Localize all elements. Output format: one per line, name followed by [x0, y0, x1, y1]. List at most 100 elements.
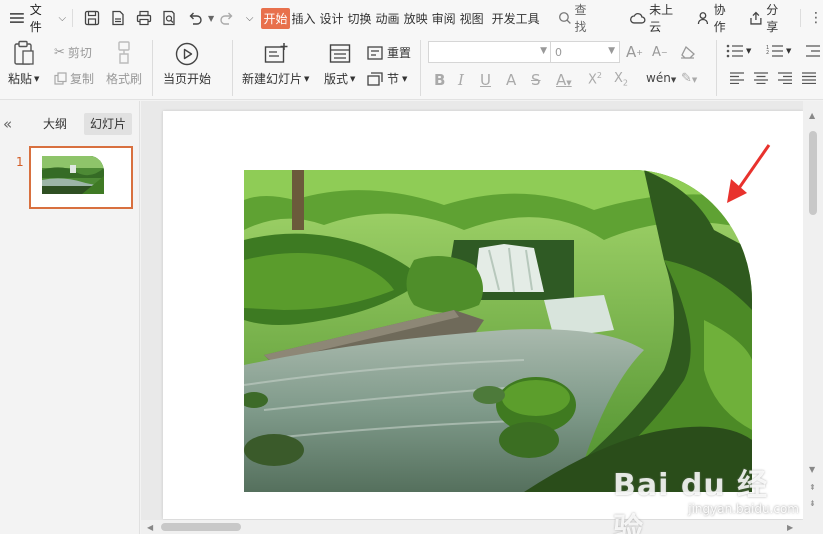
tab-design[interactable]: 设计 [318, 8, 346, 29]
search-button[interactable]: 查找 [558, 1, 599, 35]
tab-review[interactable]: 审阅 [430, 8, 458, 29]
numbering-icon[interactable]: 1 2 ▼ [766, 44, 791, 58]
undo-icon[interactable] [184, 7, 206, 29]
watermark-url: jingyan.baidu.com [688, 502, 799, 516]
thumbnail-image [42, 156, 104, 194]
justify-icon[interactable] [802, 72, 816, 84]
vertical-scroll-thumb[interactable] [809, 131, 817, 215]
indent-icon[interactable] [806, 44, 820, 58]
layout-label: 版式 [324, 72, 349, 86]
export-pdf-icon[interactable] [107, 7, 129, 29]
tab-home[interactable]: 开始 [261, 7, 290, 29]
align-left-icon[interactable] [730, 72, 744, 84]
chevron-down-icon: ▼ [540, 46, 547, 56]
decrease-font-icon[interactable]: A − [652, 45, 668, 60]
share-button[interactable]: 分享 [749, 1, 790, 35]
scissors-icon: ✂ [54, 45, 65, 60]
chevron-down-icon: ⌵ [58, 12, 67, 24]
slide-editing-area: ▲ ▼ ⇞ ⇟ ◀ ▶ Bai du 经验 jingyan.baidu.com [141, 101, 823, 534]
paste-button[interactable]: 粘贴 ▼ [8, 40, 39, 87]
watermark-logo-text: Bai du 经验 [613, 468, 769, 534]
scroll-up-icon[interactable]: ▲ [809, 111, 815, 120]
play-from-current-button[interactable]: 当页开始 [163, 42, 211, 87]
play-icon [175, 42, 199, 66]
more-icon[interactable]: ⋮ [809, 10, 823, 26]
tab-view[interactable]: 视图 [458, 8, 486, 29]
reset-button[interactable]: 重置 [367, 44, 411, 61]
cut-label: 剪切 [67, 46, 92, 60]
divider [799, 9, 801, 27]
new-slide-button[interactable]: 新建幻灯片 ▼ [242, 42, 309, 87]
reset-label: 重置 [387, 46, 412, 60]
italic-icon[interactable]: I [458, 71, 464, 89]
waterfall-photo[interactable] [244, 170, 752, 492]
file-menu[interactable]: 文件 ⌵ [10, 0, 66, 36]
cloud-status[interactable]: 未上云 [630, 1, 684, 35]
strikethrough-icon[interactable]: S [531, 71, 541, 89]
tab-slides[interactable]: 幻灯片 [84, 113, 133, 135]
collaborate-button[interactable]: 协作 [697, 1, 738, 35]
undo-dropdown-icon[interactable]: ▼ [208, 14, 214, 23]
share-icon [750, 11, 762, 25]
file-menu-label: 文件 [29, 3, 42, 34]
font-size-value: 0 [555, 45, 562, 59]
superscript-icon[interactable]: X2 [588, 71, 602, 87]
save-icon[interactable] [81, 7, 103, 29]
font-name-select[interactable]: ▼ [428, 41, 552, 63]
tab-outline[interactable]: 大纲 [37, 113, 73, 135]
layout-icon [329, 44, 350, 63]
section-icon [367, 71, 383, 86]
collaborate-label: 协作 [713, 3, 726, 34]
divider [72, 9, 74, 27]
horizontal-scroll-thumb[interactable] [161, 523, 241, 531]
hamburger-icon [10, 13, 24, 23]
scroll-left-icon[interactable]: ◀ [147, 523, 153, 532]
svg-text:2: 2 [766, 50, 769, 56]
customize-toolbar-icon[interactable]: ⌵ [246, 13, 254, 24]
play-from-current-label: 当页开始 [163, 72, 212, 86]
format-painter-button[interactable]: 格式刷 [106, 40, 142, 87]
layout-button[interactable]: 版式 ▼ [324, 42, 355, 87]
share-label: 分享 [766, 3, 779, 34]
increase-font-icon[interactable]: A + [626, 43, 643, 61]
phonetic-guide-icon[interactable]: wén▼ [646, 71, 676, 85]
print-preview-icon[interactable] [158, 7, 180, 29]
slide-thumbnail[interactable] [29, 146, 133, 209]
paste-label: 粘贴 [8, 72, 33, 86]
copy-button[interactable]: 复制 [54, 70, 94, 87]
highlight-icon[interactable]: ✎▼ [681, 71, 697, 86]
align-center-icon[interactable] [754, 72, 768, 84]
ribbon-divider [716, 40, 717, 96]
cloud-status-label: 未上云 [649, 3, 674, 34]
tab-animations[interactable]: 动画 [374, 8, 402, 29]
paste-icon [14, 40, 34, 65]
menu-bar: 文件 ⌵ ▼ ⌵ 开始 插入 设计 切换 动画 放映 审阅 视图 开发工具 查找… [0, 0, 823, 36]
collapse-panel-icon[interactable]: « [3, 115, 12, 133]
slide-panel: « 大纲 幻灯片 1 [0, 101, 140, 534]
text-shadow-icon[interactable]: A [506, 71, 516, 89]
search-label: 查找 [574, 3, 587, 34]
tab-slideshow[interactable]: 放映 [402, 8, 430, 29]
tab-transitions[interactable]: 切换 [346, 8, 374, 29]
font-color-icon[interactable]: A▼ [556, 71, 572, 89]
font-size-select[interactable]: 0 ▼ [550, 41, 620, 63]
cut-button[interactable]: ✂ 剪切 [54, 44, 92, 61]
bullets-icon[interactable]: ▼ [726, 44, 751, 58]
tab-developer[interactable]: 开发工具 [490, 8, 542, 29]
align-right-icon[interactable] [778, 72, 792, 84]
new-slide-label: 新建幻灯片 [242, 72, 303, 86]
tab-insert[interactable]: 插入 [290, 8, 318, 29]
section-button[interactable]: 节 ▼ [367, 70, 407, 87]
redo-icon[interactable] [216, 7, 238, 29]
copy-icon [54, 72, 67, 85]
cloud-icon [630, 13, 646, 24]
clear-format-icon[interactable] [680, 45, 696, 59]
reset-icon [367, 45, 383, 60]
print-icon[interactable] [133, 7, 155, 29]
ribbon-divider [152, 40, 153, 96]
subscript-icon[interactable]: X2 [614, 71, 628, 88]
bold-icon[interactable]: B [434, 71, 445, 89]
underline-icon[interactable]: U [480, 71, 491, 89]
slide-number: 1 [16, 155, 24, 169]
section-label: 节 [387, 72, 400, 86]
